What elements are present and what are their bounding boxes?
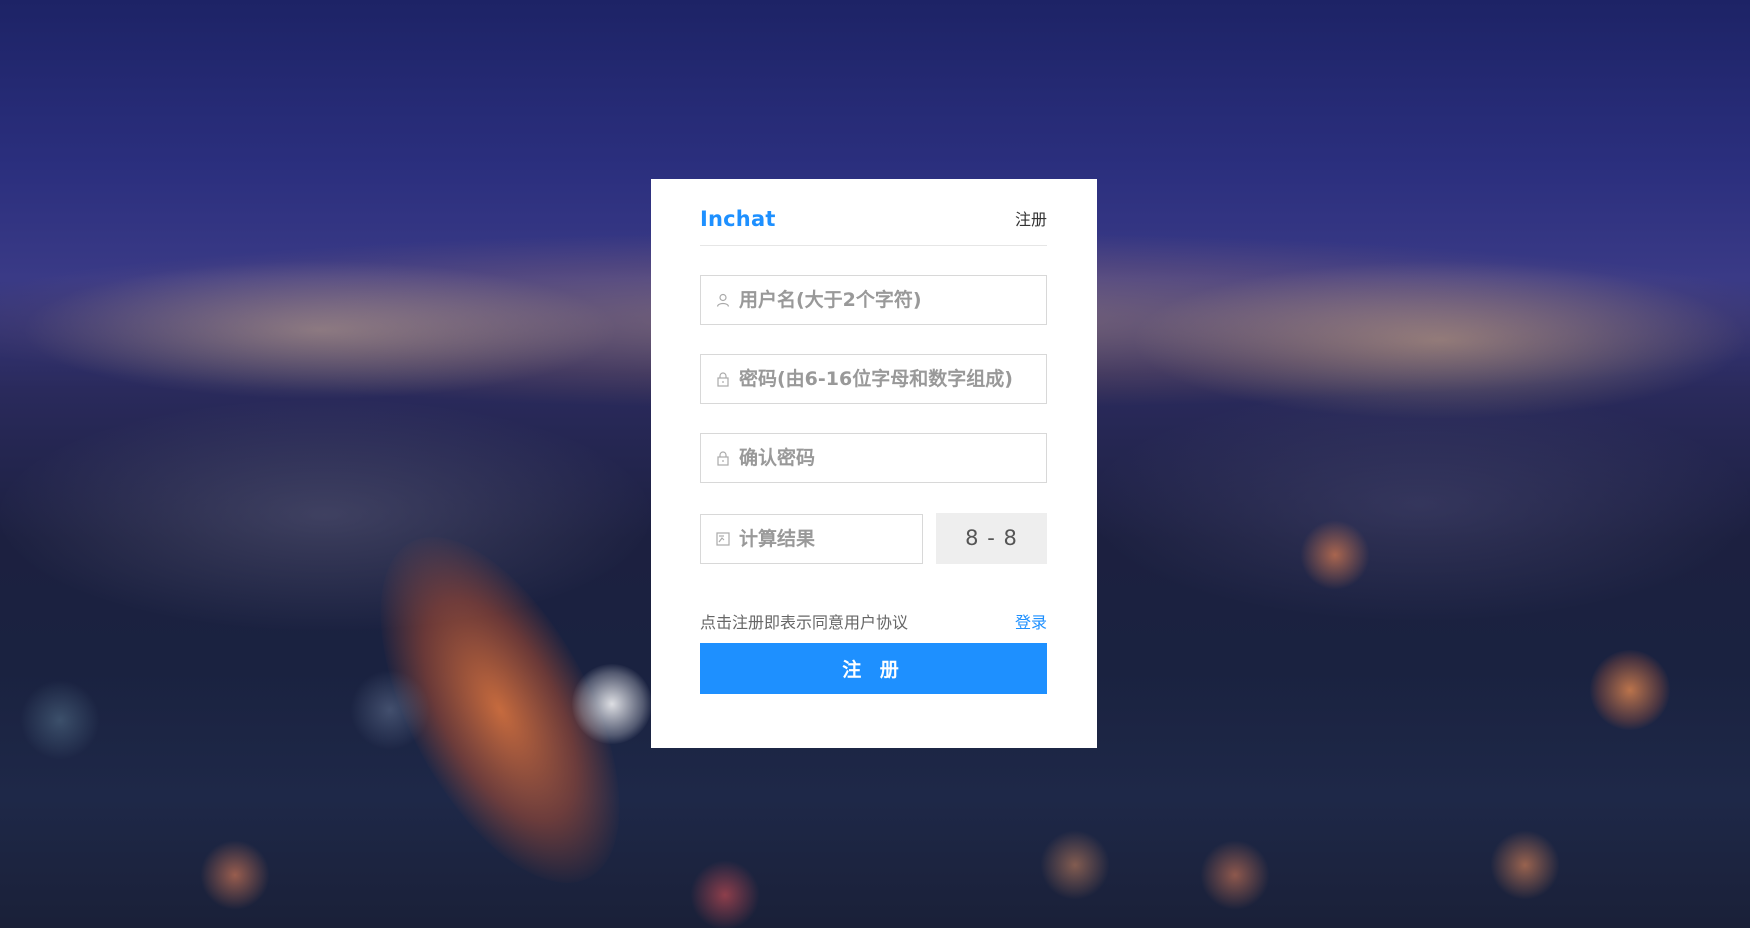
calculator-icon — [716, 532, 730, 546]
password-input[interactable] — [739, 355, 1029, 403]
user-icon — [716, 293, 730, 307]
city-block-right — [1090, 390, 1750, 620]
brand-logo-text: Inchat — [700, 207, 776, 231]
captcha-input[interactable] — [739, 515, 909, 563]
captcha-question[interactable]: 8 - 8 — [936, 513, 1047, 564]
bokeh-blue-1 — [20, 680, 100, 760]
password-field[interactable] — [700, 354, 1047, 404]
bokeh-bottom-3 — [1490, 830, 1560, 900]
register-button[interactable]: 注 册 — [700, 643, 1047, 694]
bokeh-bottom-4 — [1040, 830, 1110, 900]
bokeh-orange-right — [1590, 650, 1670, 730]
bokeh-red — [690, 860, 760, 928]
register-card: Inchat 注册 8 - 8 点 — [651, 179, 1097, 748]
bokeh-blue-2 — [350, 670, 430, 750]
lock-icon — [717, 451, 729, 466]
confirm-password-field[interactable] — [700, 433, 1047, 483]
agreement-row: 点击注册即表示同意用户协议 登录 — [700, 609, 1047, 633]
captcha-field[interactable] — [700, 514, 923, 564]
bokeh-bottom-2 — [1200, 840, 1270, 910]
confirm-password-input[interactable] — [739, 434, 1029, 482]
lock-icon — [717, 372, 729, 387]
skyline-glow-left — [20, 260, 620, 400]
agreement-text: 点击注册即表示同意用户协议 — [700, 613, 909, 632]
card-header: Inchat 注册 — [700, 203, 1047, 246]
username-input[interactable] — [739, 276, 1029, 324]
username-field[interactable] — [700, 275, 1047, 325]
city-block-left — [0, 400, 650, 630]
tab-register[interactable]: 注册 — [1015, 206, 1047, 230]
bokeh-white — [572, 664, 652, 744]
bokeh-orange-mid — [1300, 520, 1370, 590]
login-link[interactable]: 登录 — [1015, 609, 1047, 633]
bokeh-bottom-1 — [200, 840, 270, 910]
